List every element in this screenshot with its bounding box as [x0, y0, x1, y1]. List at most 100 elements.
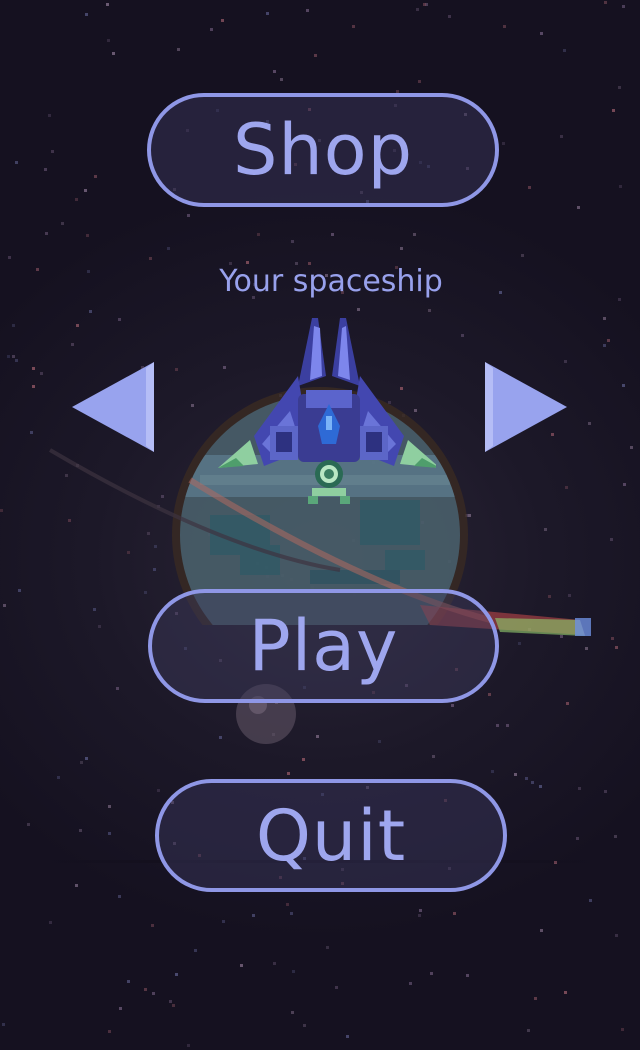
arrow-right-icon[interactable] [483, 360, 571, 454]
star-dot [461, 334, 464, 337]
star-dot [521, 254, 524, 257]
star-dot [273, 70, 276, 73]
star-dot [8, 256, 11, 259]
star-dot [86, 234, 89, 237]
star-dot [30, 431, 33, 434]
star-dot [331, 233, 334, 236]
star-dot [27, 823, 30, 826]
star-dot [167, 247, 170, 250]
star-dot [346, 1035, 349, 1038]
star-dot [352, 25, 355, 28]
star-dot [540, 929, 543, 932]
star-dot [240, 964, 243, 967]
star-dot [45, 232, 48, 235]
star-dot [40, 372, 43, 375]
star-dot [118, 318, 121, 321]
star-dot [432, 755, 435, 758]
shop-button[interactable]: Shop [147, 93, 499, 207]
star-dot [615, 646, 618, 649]
star-dot [502, 142, 505, 145]
star-dot [496, 724, 499, 727]
arrow-left-icon[interactable] [70, 360, 158, 454]
star-dot [18, 589, 21, 592]
star-dot [503, 25, 506, 28]
star-dot [335, 986, 338, 989]
star-dot [221, 19, 224, 22]
star-dot [2, 1023, 5, 1026]
star-dot [7, 355, 10, 358]
spaceship-selector-title: Your spaceship [219, 264, 443, 299]
star-dot [416, 8, 419, 11]
star-dot [3, 604, 6, 607]
star-dot [563, 49, 566, 52]
star-dot [116, 687, 119, 690]
star-dot [451, 704, 454, 707]
play-button[interactable]: Play [148, 589, 499, 703]
star-dot [15, 359, 18, 362]
star-dot [622, 384, 625, 387]
star-dot [418, 914, 421, 917]
star-dot [175, 368, 178, 371]
star-dot [540, 32, 543, 35]
star-dot [466, 974, 469, 977]
star-dot [48, 114, 51, 117]
star-dot [84, 189, 87, 192]
star-dot [112, 52, 115, 55]
star-dot [539, 785, 542, 788]
star-dot [428, 309, 431, 312]
star-dot [618, 86, 621, 89]
star-dot [273, 962, 276, 965]
star-dot [623, 483, 626, 486]
star-dot [75, 198, 78, 201]
star-dot [621, 1028, 624, 1031]
star-dot [589, 899, 592, 902]
star-dot [85, 757, 88, 760]
star-dot [12, 324, 15, 327]
star-dot [488, 693, 491, 696]
star-dot [409, 982, 412, 985]
star-dot [149, 257, 152, 260]
star-dot [560, 135, 563, 138]
star-dot [151, 924, 154, 927]
star-dot [514, 773, 517, 776]
star-dot [611, 637, 614, 640]
star-dot [314, 54, 317, 57]
star-dot [222, 920, 225, 923]
star-dot [108, 1030, 111, 1033]
star-dot [177, 48, 180, 51]
star-dot [108, 805, 111, 808]
star-dot [604, 790, 607, 793]
star-dot [76, 324, 79, 327]
star-dot [187, 1044, 190, 1047]
star-dot [531, 781, 534, 784]
star-dot [528, 186, 531, 189]
star-dot [534, 997, 537, 1000]
quit-button[interactable]: Quit [155, 779, 507, 892]
star-dot [290, 912, 293, 915]
star-dot [566, 702, 569, 705]
star-dot [357, 308, 360, 311]
star-dot [423, 3, 426, 6]
star-dot [44, 168, 47, 171]
star-dot [106, 3, 109, 6]
star-dot [630, 446, 633, 449]
star-dot [303, 1024, 306, 1027]
star-dot [291, 240, 294, 243]
star-dot [85, 13, 88, 16]
star-dot [614, 835, 617, 838]
star-dot [32, 367, 35, 370]
star-dot [607, 339, 610, 342]
star-dot [157, 789, 160, 792]
star-dot [448, 15, 451, 18]
star-dot [61, 222, 64, 225]
star-dot [49, 921, 52, 924]
star-dot [615, 934, 618, 937]
star-dot [57, 776, 60, 779]
star-dot [419, 909, 422, 912]
star-dot [378, 740, 381, 743]
star-dot [306, 9, 309, 12]
star-dot [291, 1011, 294, 1014]
star-dot [71, 343, 74, 346]
star-dot [610, 538, 613, 541]
star-dot [527, 1029, 530, 1032]
